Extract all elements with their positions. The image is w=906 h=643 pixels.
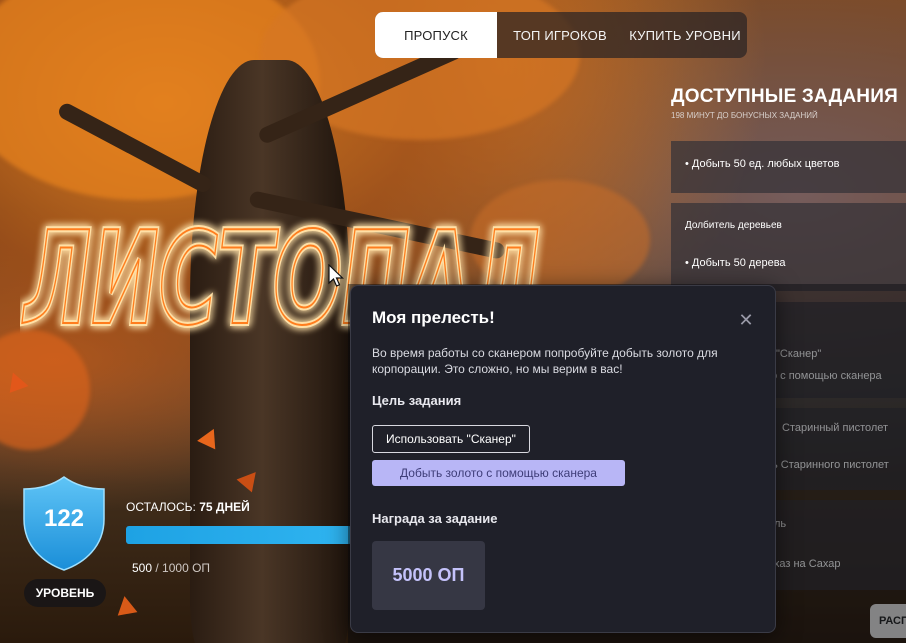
reward-value: 5000 ОП: [372, 541, 485, 610]
mouse-cursor-icon: [328, 264, 344, 287]
task-card[interactable]: • Добыть 50 ед. любых цветов: [671, 141, 906, 193]
maple-leaf: [114, 594, 138, 616]
tasks-panel-subtitle: 198 МИНУТ ДО БОНУСНЫХ ЗАДАНИЙ: [671, 111, 818, 120]
xp-total: / 1000 ОП: [155, 561, 211, 575]
tab-pass[interactable]: ПРОПУСК: [375, 12, 497, 58]
level-number: 122: [43, 505, 85, 532]
close-icon[interactable]: ✕: [735, 309, 757, 331]
reward-heading: Награда за задание: [372, 511, 498, 526]
goal-step-completed: Использовать "Сканер": [372, 425, 530, 453]
goal-heading: Цель задания: [372, 393, 462, 408]
task-bullet: • Добыть 50 ед. любых цветов: [685, 158, 840, 170]
task-modal: Моя прелесть! ✕ Во время работы со скане…: [350, 285, 776, 633]
xp-counter: 500 / 1000 ОП: [132, 561, 210, 575]
goal-step-current: Добыть золото с помощью сканера: [372, 460, 625, 486]
tab-buy-levels[interactable]: КУПИТЬ УРОВНИ: [623, 12, 747, 58]
time-remaining: ОСТАЛОСЬ: 75 ДНЕЙ: [126, 500, 250, 514]
time-remaining-prefix: ОСТАЛОСЬ:: [126, 500, 196, 514]
modal-description: Во время работы со сканером попробуйте д…: [372, 346, 718, 376]
xp-current: 500: [132, 561, 153, 575]
task-header: Долбитель деревьев: [685, 220, 782, 231]
tab-top-players[interactable]: ТОП ИГРОКОВ: [497, 12, 623, 58]
time-remaining-value: 75 ДНЕЙ: [199, 500, 250, 514]
task-card[interactable]: Долбитель деревьев • Добыть 50 дерева: [671, 203, 906, 291]
modal-title: Моя прелесть!: [372, 308, 495, 327]
level-label: УРОВЕНЬ: [35, 586, 95, 600]
xp-progress-bar: [126, 526, 352, 544]
top-tabs: ПРОПУСК ТОП ИГРОКОВ КУПИТЬ УРОВНИ: [375, 12, 747, 58]
task-bullet: • Добыть 50 дерева: [685, 257, 786, 269]
level-label-badge: УРОВЕНЬ: [24, 579, 106, 607]
tasks-panel-title: ДОСТУПНЫЕ ЗАДАНИЯ: [671, 86, 898, 107]
